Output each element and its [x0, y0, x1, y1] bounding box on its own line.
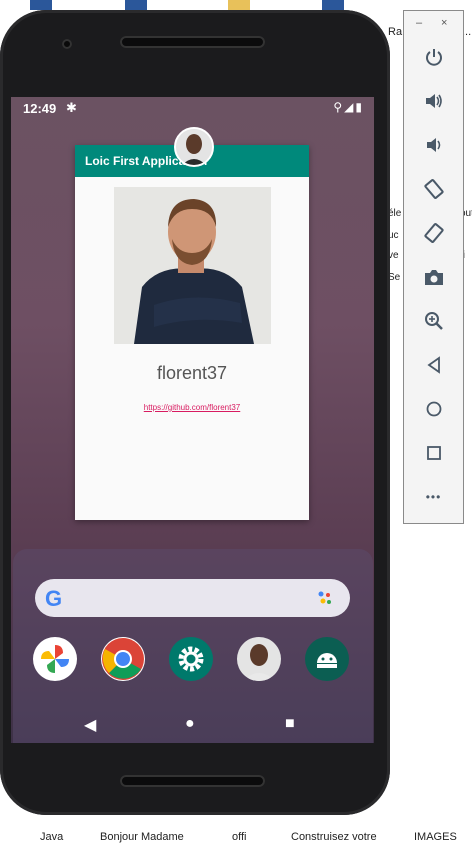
volume-down-icon: [426, 138, 440, 152]
volume-down-button[interactable]: [404, 125, 463, 165]
gear-icon: [178, 646, 204, 672]
avatar-illustration: [176, 129, 212, 165]
folder-icon[interactable]: [228, 0, 250, 10]
home-button[interactable]: [404, 389, 463, 429]
photos-app-icon[interactable]: [33, 637, 77, 681]
word-doc-icon[interactable]: [125, 0, 147, 10]
front-camera: [62, 39, 72, 49]
bottom-speaker: [120, 775, 265, 787]
desktop-top-strip: [0, 0, 472, 10]
rotate-right-icon: [423, 223, 444, 243]
volume-up-button[interactable]: [404, 81, 463, 121]
minimize-button[interactable]: –: [416, 17, 422, 29]
emulator-device-frame: 12:49 ✱ ⚲◢▮ Loic First Application flore…: [0, 10, 390, 815]
home-circle-icon: [426, 401, 441, 417]
android-app-icon[interactable]: [305, 637, 349, 681]
google-search-bar[interactable]: G: [35, 579, 350, 617]
app-avatar-icon: [174, 127, 214, 167]
taskbar-item[interactable]: IMAGES: [414, 831, 457, 843]
battery-icon: ▮: [355, 100, 364, 114]
top-speaker: [120, 36, 265, 48]
status-time: 12:49: [23, 101, 57, 116]
contact-avatar-icon: [243, 644, 275, 681]
power-button[interactable]: [404, 37, 463, 77]
profile-photo-illustration: [114, 187, 271, 344]
screenshot-button[interactable]: [404, 257, 463, 297]
rotate-left-button[interactable]: [404, 169, 463, 209]
zoom-button[interactable]: [404, 301, 463, 341]
chrome-app-icon[interactable]: [101, 637, 145, 681]
status-bar: 12:49 ✱ ⚲◢▮: [11, 97, 374, 119]
back-button[interactable]: [404, 345, 463, 385]
taskbar-item[interactable]: Construisez votre: [291, 831, 377, 843]
contact-app-icon[interactable]: [237, 637, 281, 681]
location-icon: ⚲: [333, 100, 345, 114]
settings-icon: ✱: [66, 100, 77, 115]
google-logo-icon: G: [45, 586, 63, 611]
username-label: florent37: [156, 363, 228, 383]
zoom-icon: [424, 312, 443, 330]
windows-taskbar: Java Bonjour Madame offi Construisez vot…: [0, 828, 472, 843]
taskbar-item[interactable]: Bonjour Madame: [100, 831, 184, 843]
taskbar-item[interactable]: offi: [232, 831, 246, 843]
overview-button[interactable]: [404, 433, 463, 473]
volume-up-icon: [425, 94, 442, 108]
more-button[interactable]: •••: [404, 477, 463, 517]
close-button[interactable]: ×: [441, 17, 447, 29]
taskbar-item[interactable]: Java: [40, 831, 63, 843]
rotate-left-icon: [423, 179, 444, 199]
signal-icon: ◢: [344, 100, 356, 114]
app-window[interactable]: Loic First Application florent37 https:/…: [75, 145, 309, 520]
status-icons: ⚲◢▮: [333, 100, 364, 114]
settings-app-icon[interactable]: [169, 637, 213, 681]
device-screen[interactable]: 12:49 ✱ ⚲◢▮ Loic First Application flore…: [11, 97, 374, 743]
nav-overview-button[interactable]: ■: [285, 715, 295, 733]
nav-back-button[interactable]: ◀: [84, 715, 96, 735]
back-triangle-icon: [426, 356, 440, 374]
desktop-text: Ra: [388, 26, 403, 38]
desktop-text: éle: [388, 208, 402, 219]
overview-square-icon: [426, 446, 441, 460]
emulator-toolbar: – × •••: [403, 10, 464, 524]
word-doc-icon[interactable]: [30, 0, 52, 10]
assistant-icon[interactable]: [316, 589, 334, 607]
photos-pinwheel-icon: [41, 645, 69, 673]
word-doc-icon[interactable]: [322, 0, 344, 10]
rotate-right-button[interactable]: [404, 213, 463, 253]
profile-photo: [114, 187, 271, 344]
android-robot-icon: [317, 653, 337, 668]
github-link[interactable]: https://github.com/florent37: [75, 403, 309, 412]
chrome-icon: [102, 638, 144, 680]
nav-home-button[interactable]: ●: [185, 715, 195, 733]
camera-icon: [424, 270, 443, 285]
power-icon: [425, 49, 442, 66]
